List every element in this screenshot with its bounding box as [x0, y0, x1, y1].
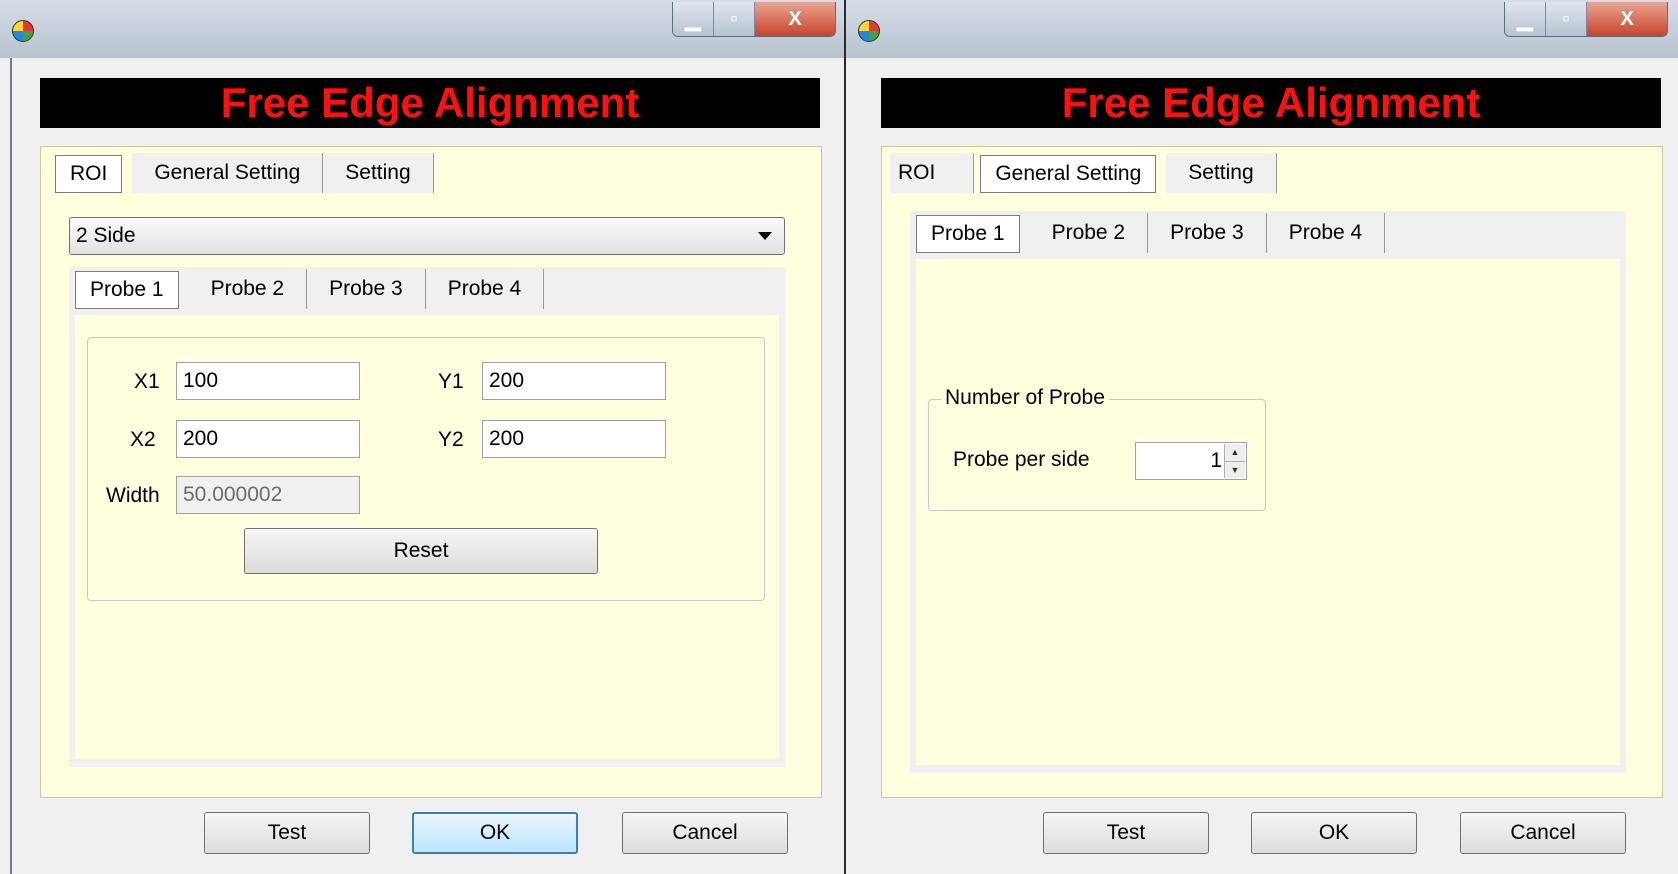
- title-bar[interactable]: ▁ ▫ X: [846, 0, 1678, 58]
- probe-tabstrip: Probe 1 Probe 2 Probe 3 Probe 4: [69, 269, 545, 309]
- probe-tab-control: Probe 1 Probe 2 Probe 3 Probe 4 Number o…: [910, 211, 1626, 773]
- app-logo-icon: [858, 20, 880, 42]
- tab-label: Probe 1: [90, 278, 164, 301]
- tab-probe-2[interactable]: Probe 2: [188, 269, 308, 309]
- chevron-down-icon: [758, 232, 772, 240]
- y1-input[interactable]: 200: [482, 362, 666, 400]
- side-mode-dropdown[interactable]: 2 Side: [69, 217, 785, 255]
- tab-general-setting[interactable]: General Setting: [132, 153, 324, 193]
- main-tabstrip: ROI General Setting Setting: [890, 153, 1277, 193]
- tab-label: Probe 3: [329, 277, 403, 300]
- group-title: Number of Probe: [941, 386, 1109, 410]
- probe-per-side-label: Probe per side: [953, 448, 1090, 471]
- probe-1-page: X1 100 Y1 200 X2 200 Y2 200 Width 50.000…: [75, 315, 779, 759]
- tab-roi[interactable]: ROI: [890, 153, 975, 193]
- tab-label: General Setting: [154, 161, 301, 184]
- tab-label: Setting: [1188, 161, 1254, 184]
- left-dialog-window: ▁ ▫ X Free Edge Alignment ROI General Se…: [0, 0, 846, 874]
- close-icon: X: [788, 7, 802, 30]
- roi-coordinates-group: X1 100 Y1 200 X2 200 Y2 200 Width 50.000…: [87, 337, 765, 601]
- test-button[interactable]: Test: [204, 812, 370, 854]
- number-of-probe-group: Number of Probe Probe per side 1 ▲ ▼: [928, 386, 1266, 511]
- probe-per-side-stepper[interactable]: 1 ▲ ▼: [1135, 442, 1247, 480]
- close-button[interactable]: X: [755, 2, 835, 36]
- tab-label: Probe 4: [447, 277, 522, 300]
- tab-label: Probe 2: [210, 277, 285, 300]
- tab-label: Probe 3: [1170, 221, 1244, 244]
- y2-input[interactable]: 200: [482, 420, 666, 458]
- width-label: Width: [106, 484, 160, 507]
- main-tab-panel: ROI General Setting Setting 2 Side Probe…: [40, 146, 822, 798]
- spin-up-icon[interactable]: ▲: [1225, 444, 1245, 462]
- y2-label: Y2: [438, 428, 464, 451]
- minimize-button[interactable]: ▁: [1505, 2, 1546, 36]
- maximize-button[interactable]: ▫: [714, 2, 755, 36]
- reset-button[interactable]: Reset: [244, 528, 598, 574]
- test-button[interactable]: Test: [1043, 812, 1209, 854]
- tab-probe-4[interactable]: Probe 4: [425, 269, 545, 309]
- caption-buttons: ▁ ▫ X: [672, 2, 836, 37]
- banner-title: Free Edge Alignment: [40, 78, 820, 128]
- tab-setting[interactable]: Setting: [1166, 153, 1277, 193]
- tab-label: Probe 4: [1288, 221, 1363, 244]
- maximize-icon: ▫: [1562, 7, 1570, 30]
- caption-buttons: ▁ ▫ X: [1504, 2, 1668, 37]
- minimize-button[interactable]: ▁: [673, 2, 714, 36]
- spin-down-icon[interactable]: ▼: [1225, 461, 1245, 478]
- dropdown-value: 2 Side: [76, 224, 136, 247]
- x1-label: X1: [134, 370, 160, 393]
- tab-roi[interactable]: ROI: [55, 155, 123, 193]
- stepper-buttons: ▲ ▼: [1224, 444, 1245, 478]
- x2-label: X2: [130, 428, 156, 451]
- general-setting-page: Probe 1 Probe 2 Probe 3 Probe 4 Number o…: [890, 201, 1648, 781]
- maximize-button[interactable]: ▫: [1546, 2, 1587, 36]
- ok-button[interactable]: OK: [1251, 812, 1417, 854]
- y1-label: Y1: [438, 370, 464, 393]
- probe-tab-control: Probe 1 Probe 2 Probe 3 Probe 4 X1 100 Y…: [69, 267, 785, 767]
- width-field: 50.000002: [176, 476, 360, 514]
- main-tab-panel: ROI General Setting Setting Probe 1 Prob…: [881, 146, 1663, 798]
- tab-label: General Setting: [995, 162, 1142, 185]
- ok-button[interactable]: OK: [412, 812, 578, 854]
- stepper-value: 1: [1210, 449, 1222, 472]
- minimize-icon: ▁: [685, 8, 701, 31]
- cancel-button[interactable]: Cancel: [622, 812, 788, 854]
- tab-probe-2[interactable]: Probe 2: [1029, 213, 1149, 253]
- tab-general-setting[interactable]: General Setting: [980, 155, 1157, 193]
- close-button[interactable]: X: [1587, 2, 1667, 36]
- tab-label: ROI: [898, 161, 936, 184]
- right-dialog-window: ▁ ▫ X Free Edge Alignment ROI General Se…: [846, 0, 1678, 874]
- close-icon: X: [1620, 7, 1634, 30]
- x2-input[interactable]: 200: [176, 420, 360, 458]
- tab-probe-4[interactable]: Probe 4: [1266, 213, 1386, 253]
- minimize-icon: ▁: [1517, 8, 1533, 31]
- cancel-button[interactable]: Cancel: [1460, 812, 1626, 854]
- app-logo-icon: [12, 20, 34, 42]
- window-frame: [10, 58, 12, 874]
- tab-probe-1[interactable]: Probe 1: [916, 215, 1020, 253]
- banner-title: Free Edge Alignment: [881, 78, 1661, 128]
- probe-1-page: Number of Probe Probe per side 1 ▲ ▼: [916, 259, 1620, 765]
- tab-label: ROI: [70, 162, 108, 185]
- tab-probe-3[interactable]: Probe 3: [1148, 213, 1267, 253]
- main-tabstrip: ROI General Setting Setting: [49, 153, 434, 193]
- tab-label: Setting: [345, 161, 411, 184]
- tab-setting[interactable]: Setting: [323, 153, 434, 193]
- title-bar[interactable]: ▁ ▫ X: [0, 0, 846, 58]
- tab-probe-1[interactable]: Probe 1: [75, 271, 179, 309]
- maximize-icon: ▫: [730, 7, 738, 30]
- tab-probe-3[interactable]: Probe 3: [307, 269, 426, 309]
- x1-input[interactable]: 100: [176, 362, 360, 400]
- roi-tab-page: 2 Side Probe 1 Probe 2 Probe 3 Probe 4 X…: [49, 201, 807, 781]
- probe-tabstrip: Probe 1 Probe 2 Probe 3 Probe 4: [910, 213, 1386, 253]
- tab-label: Probe 2: [1051, 221, 1126, 244]
- tab-label: Probe 1: [931, 222, 1005, 245]
